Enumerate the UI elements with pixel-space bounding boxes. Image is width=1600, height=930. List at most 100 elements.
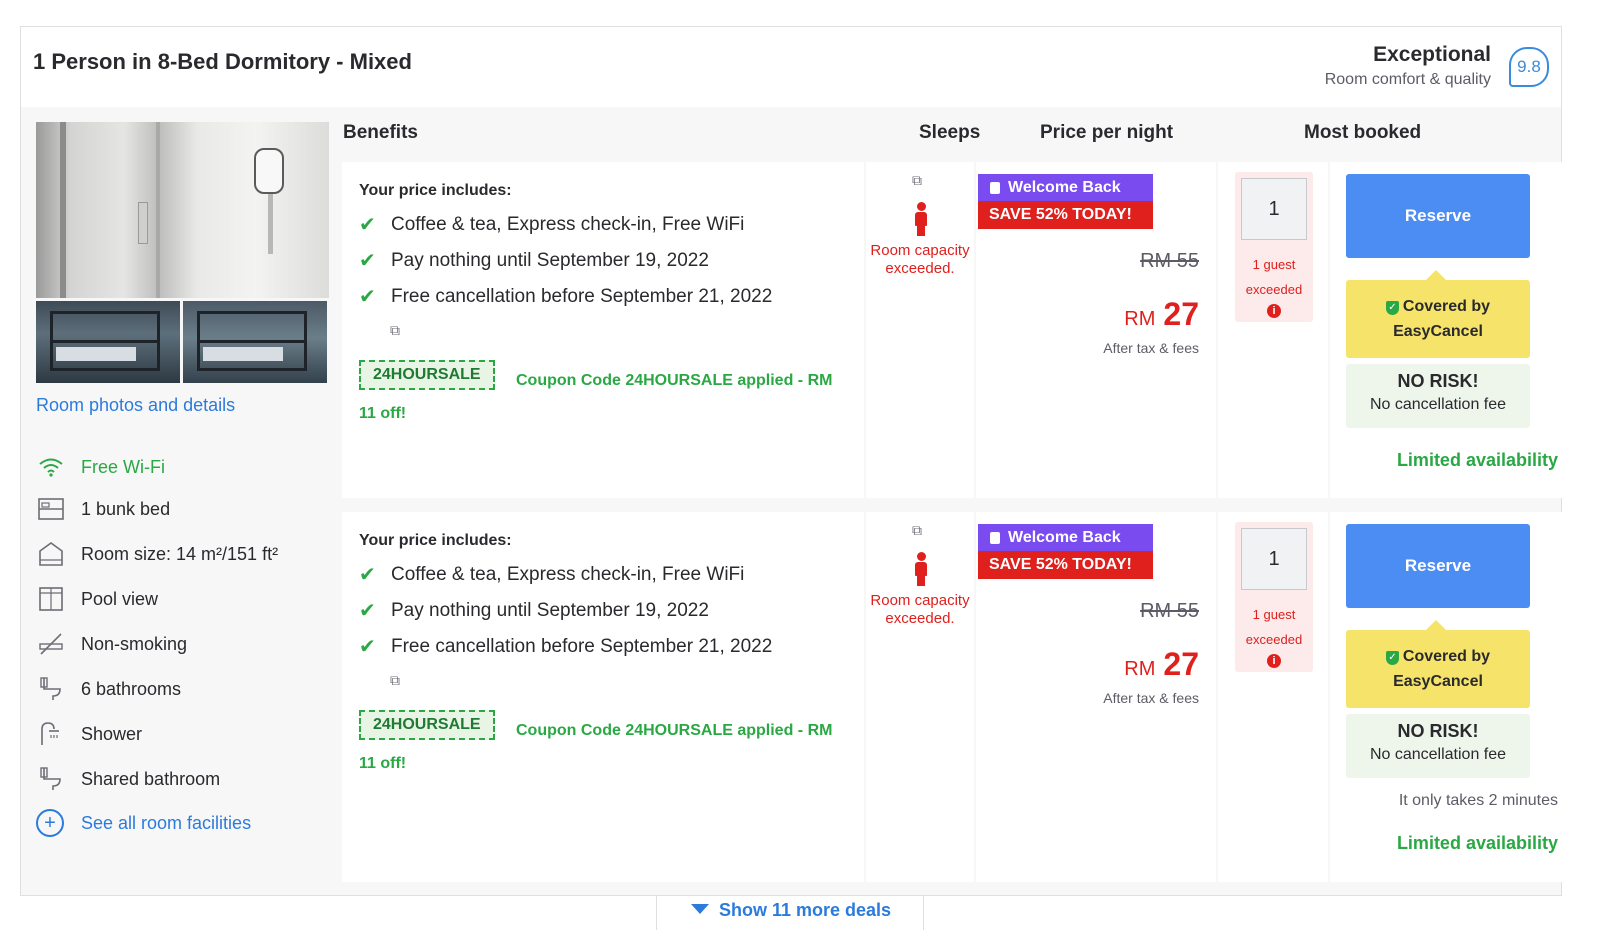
show-more-label: Show 11 more deals bbox=[718, 900, 892, 920]
external-link-icon[interactable]: ⧉ bbox=[912, 522, 922, 539]
person-icon bbox=[914, 202, 928, 236]
caret-down-icon bbox=[690, 904, 709, 914]
reserve-cell: Reserve ✓ Covered by EasyCancel NO RISK! N… bbox=[1330, 162, 1574, 498]
no-fee-text: No cancellation fee bbox=[1369, 746, 1507, 763]
reserve-button[interactable]: Reserve bbox=[1346, 524, 1530, 608]
plus-icon: + bbox=[36, 809, 64, 837]
benefit-item: ✔ Pay nothing until September 19, 2022 bbox=[359, 598, 709, 623]
reserve-cell: Reserve ✓ Covered by EasyCancel NO RISK! N… bbox=[1330, 512, 1574, 882]
no-fee-text: No cancellation fee bbox=[1369, 396, 1507, 413]
info-icon[interactable]: i bbox=[1267, 304, 1281, 318]
price-cell: Welcome Back SAVE 52% TODAY! RM 55 RM 27 … bbox=[976, 162, 1216, 498]
room-photo-main[interactable] bbox=[36, 122, 329, 298]
deal-row: Your price includes: ✔ Coffee & tea, Expr… bbox=[342, 162, 1574, 498]
capacity-warning: Room capacity exceeded. bbox=[870, 242, 970, 277]
room-photo-thumb[interactable] bbox=[36, 301, 180, 383]
checkmark-icon: ✔ bbox=[359, 214, 376, 236]
room-sidebar: Room photos and details Free Wi-Fi 1 bun… bbox=[21, 107, 341, 895]
benefits-cell: Your price includes: ✔ Coffee & tea, Expr… bbox=[342, 162, 864, 498]
facility-item: Pool view bbox=[36, 584, 158, 614]
rating-subtitle: Room comfort & quality bbox=[1324, 71, 1491, 88]
welcome-label: Welcome Back bbox=[1008, 528, 1121, 546]
score-badge: 9.8 bbox=[1509, 47, 1549, 87]
original-price: RM 55 bbox=[1140, 600, 1199, 622]
rating-word: Exceptional bbox=[1373, 43, 1491, 66]
currency: RM bbox=[1124, 308, 1156, 330]
column-header-sleeps: Sleeps bbox=[919, 122, 981, 143]
room-photo-thumb[interactable] bbox=[183, 301, 327, 383]
price-cell: Welcome Back SAVE 52% TODAY! RM 55 RM 27 … bbox=[976, 512, 1216, 882]
external-link-icon[interactable]: ⧉ bbox=[390, 322, 400, 339]
facility-item: 6 bathrooms bbox=[36, 674, 181, 704]
easycancel-badge: ✓ Covered by EasyCancel bbox=[1346, 270, 1530, 358]
discounted-price: RM 27 bbox=[1124, 646, 1199, 683]
person-icon bbox=[914, 552, 928, 586]
price-amount: 27 bbox=[1163, 296, 1199, 332]
includes-title: Your price includes: bbox=[359, 182, 512, 199]
column-header-price: Price per night bbox=[1040, 122, 1174, 143]
benefit-item: ✔ Coffee & tea, Express check-in, Free Wi… bbox=[359, 562, 744, 587]
currency: RM bbox=[1124, 658, 1156, 680]
facility-item: 1 bunk bed bbox=[36, 494, 170, 524]
coupon-code-tag: 24HOURSALE bbox=[359, 360, 495, 390]
show-more-deals-link[interactable]: Show 11 more deals bbox=[657, 900, 925, 921]
benefit-text: Pay nothing until September 19, 2022 bbox=[391, 599, 709, 621]
capacity-warning: Room capacity exceeded. bbox=[870, 592, 970, 627]
see-all-facilities-link[interactable]: + See all room facilities bbox=[36, 808, 251, 838]
info-icon[interactable]: i bbox=[1267, 654, 1281, 668]
facility-item: Shower bbox=[36, 719, 142, 749]
wifi-icon bbox=[36, 454, 66, 480]
facility-label: Pool view bbox=[81, 588, 159, 609]
facility-label: Shower bbox=[81, 723, 143, 744]
external-link-icon[interactable]: ⧉ bbox=[912, 172, 922, 189]
guest-exceeded-text: 1 guest exceeded bbox=[1245, 607, 1303, 647]
pool-view-icon bbox=[36, 586, 66, 612]
benefit-item: ✔ Free cancellation before September 21, … bbox=[359, 284, 772, 309]
facility-label: Non-smoking bbox=[81, 633, 188, 654]
no-risk-box: NO RISK! No cancellation fee bbox=[1346, 364, 1530, 428]
save-badge: SAVE 52% TODAY! bbox=[978, 201, 1153, 229]
room-quantity-select[interactable]: 1 bbox=[1241, 178, 1307, 240]
quantity-warning-box: 1 1 guest exceeded i bbox=[1235, 172, 1313, 322]
facility-item: Shared bathroom bbox=[36, 764, 220, 794]
shield-check-icon: ✓ bbox=[1385, 301, 1399, 315]
save-badge: SAVE 52% TODAY! bbox=[978, 551, 1153, 579]
quantity-cell: 1 1 guest exceeded i bbox=[1218, 512, 1328, 882]
bunk-bed-icon bbox=[36, 496, 66, 522]
quantity-warning-box: 1 1 guest exceeded i bbox=[1235, 522, 1313, 672]
benefit-text: Free cancellation before September 21, 2… bbox=[391, 285, 773, 307]
benefit-item: ✔ Coffee & tea, Express check-in, Free Wi… bbox=[359, 212, 744, 237]
no-risk-title: NO RISK! bbox=[1397, 721, 1479, 741]
price-amount: 27 bbox=[1163, 646, 1199, 682]
show-more-deals-tab[interactable]: Show 11 more deals bbox=[656, 896, 924, 930]
deal-row: Your price includes: ✔ Coffee & tea, Expr… bbox=[342, 512, 1574, 882]
limited-availability: Limited availability bbox=[1396, 833, 1558, 853]
facility-item: Room size: 14 m²/151 ft² bbox=[36, 539, 278, 569]
benefit-text: Pay nothing until September 19, 2022 bbox=[391, 249, 709, 271]
quantity-cell: 1 1 guest exceeded i bbox=[1218, 162, 1328, 498]
facility-label: 1 bunk bed bbox=[81, 498, 171, 519]
room-header: 1 Person in 8-Bed Dormitory - Mixed Exce… bbox=[21, 27, 1561, 107]
checkmark-icon: ✔ bbox=[359, 250, 376, 272]
benefit-text: Coffee & tea, Express check-in, Free WiF… bbox=[391, 563, 745, 585]
welcome-back-badge: Welcome Back bbox=[978, 174, 1153, 201]
bathroom-icon bbox=[36, 676, 66, 702]
external-link-icon[interactable]: ⧉ bbox=[390, 672, 400, 689]
facility-label: Shared bathroom bbox=[81, 768, 221, 789]
discounted-price: RM 27 bbox=[1124, 296, 1199, 333]
original-price: RM 55 bbox=[1140, 250, 1199, 272]
coupon-code-tag: 24HOURSALE bbox=[359, 710, 495, 740]
sleeps-cell: ⧉ Room capacity exceeded. bbox=[866, 512, 974, 882]
welcome-label: Welcome Back bbox=[1008, 178, 1121, 196]
facility-item: Free Wi-Fi bbox=[36, 452, 165, 482]
room-title: 1 Person in 8-Bed Dormitory - Mixed bbox=[33, 49, 412, 74]
facility-label: Free Wi-Fi bbox=[81, 456, 165, 477]
reserve-button[interactable]: Reserve bbox=[1346, 174, 1530, 258]
tax-note: After tax & fees bbox=[1103, 340, 1199, 356]
room-photos-link[interactable]: Room photos and details bbox=[36, 395, 235, 416]
benefit-item: ✔ Free cancellation before September 21, … bbox=[359, 634, 772, 659]
room-quantity-select[interactable]: 1 bbox=[1241, 528, 1307, 590]
time-estimate: It only takes 2 minutes bbox=[1398, 792, 1558, 809]
benefits-cell: Your price includes: ✔ Coffee & tea, Expr… bbox=[342, 512, 864, 882]
no-risk-box: NO RISK! No cancellation fee bbox=[1346, 714, 1530, 778]
